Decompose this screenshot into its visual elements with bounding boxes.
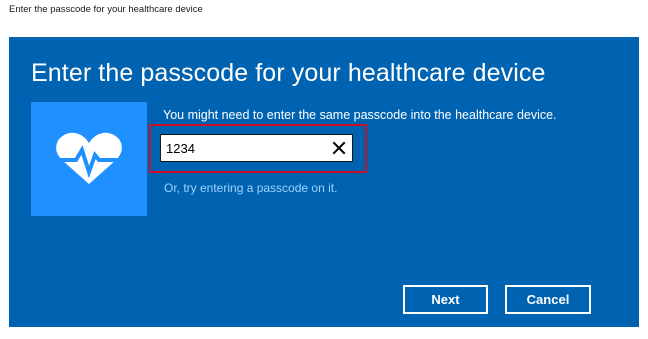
heart-pulse-icon bbox=[51, 132, 127, 184]
passcode-dialog: Enter the passcode for your healthcare d… bbox=[9, 37, 639, 327]
dialog-heading: Enter the passcode for your healthcare d… bbox=[31, 59, 546, 87]
passcode-input[interactable] bbox=[166, 138, 316, 158]
try-on-device-link[interactable]: Or, try entering a passcode on it. bbox=[164, 181, 337, 195]
clear-button[interactable] bbox=[330, 139, 348, 157]
instruction-text: You might need to enter the same passcod… bbox=[163, 108, 557, 122]
next-button[interactable]: Next bbox=[403, 285, 488, 314]
window-title: Enter the passcode for your healthcare d… bbox=[9, 4, 203, 15]
cancel-button[interactable]: Cancel bbox=[505, 285, 591, 314]
passcode-field[interactable] bbox=[160, 134, 353, 162]
close-icon bbox=[332, 141, 346, 155]
device-tile bbox=[31, 102, 147, 216]
